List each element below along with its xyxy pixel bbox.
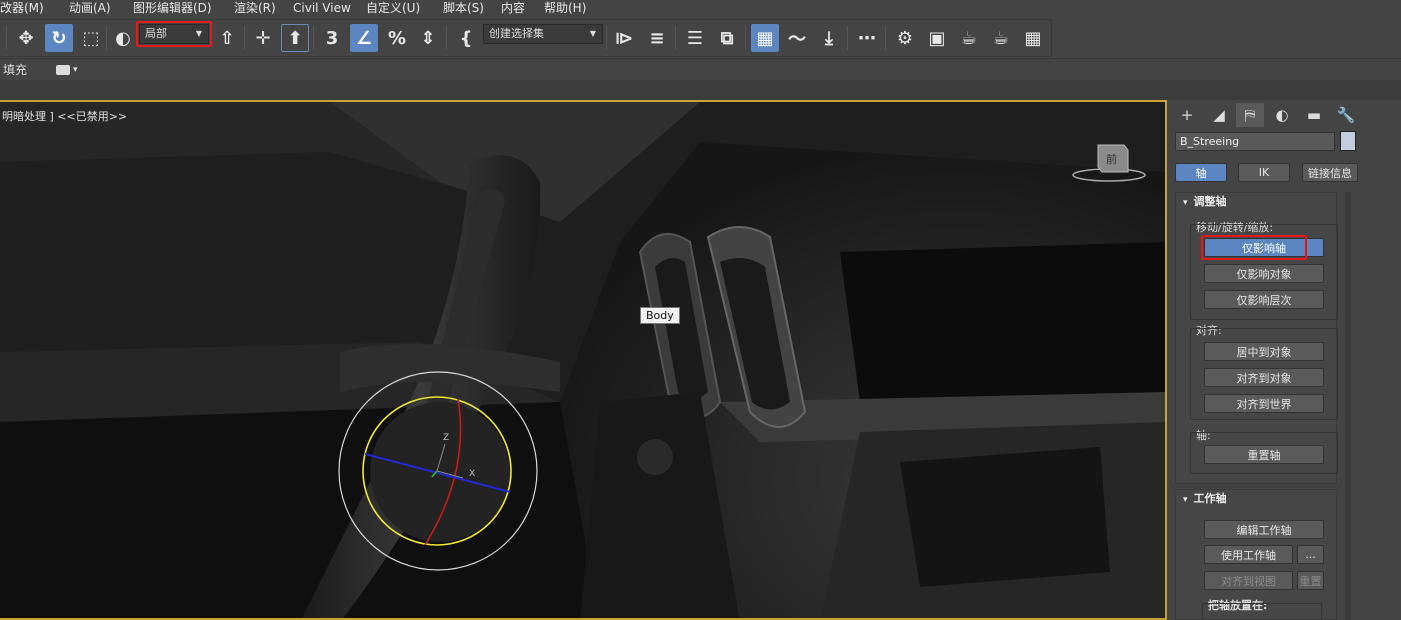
schematic-view-icon[interactable]: ⋯ [853, 24, 881, 52]
chevron-down-icon[interactable]: ▾ [73, 59, 78, 81]
named-selection-set-dropdown[interactable]: 创建选择集 ▼ [483, 24, 603, 44]
edit-named-selection-icon[interactable]: { [452, 24, 480, 52]
modify-tab-icon[interactable]: ◢ [1205, 103, 1233, 127]
create-tab-icon[interactable]: + [1173, 103, 1201, 127]
menu-scripting[interactable]: 脚本(S) [443, 0, 484, 17]
ribbon-bar: 填充 ▾ [0, 58, 1401, 80]
menu-bar: 改器(M) 动画(A) 图形编辑器(D) 渲染(R) Civil View 自定… [0, 0, 1401, 18]
highlight-affect-pivot-only [1201, 235, 1307, 260]
adjust-pivot-title: 调整轴 [1193, 195, 1227, 208]
viewcube-face-label[interactable]: 前 [1106, 151, 1117, 167]
align-to-world-button[interactable]: 对齐到世界 [1204, 394, 1324, 413]
reset-pivot-button[interactable]: 重置轴 [1204, 445, 1324, 464]
command-panel-scrollbar[interactable] [1345, 192, 1351, 620]
menu-animation[interactable]: 动画(A) [69, 0, 111, 17]
object-color-swatch[interactable] [1340, 131, 1356, 151]
hierarchy-tab-icon[interactable]: ⛿ [1236, 103, 1264, 127]
pivot-mode-button[interactable]: 轴 [1175, 163, 1227, 182]
viewport-label[interactable]: 明暗处理 ] <<已禁用>> [2, 108, 127, 124]
viewport-scene [0, 102, 1165, 618]
chevron-down-icon: ▼ [589, 29, 596, 38]
align-to-object-button[interactable]: 对齐到对象 [1204, 368, 1324, 387]
object-tooltip: Body [640, 307, 680, 324]
mirror-icon[interactable]: ⧐ [610, 24, 638, 52]
chevron-down-icon: ▾ [1183, 495, 1188, 505]
affect-object-only-button[interactable]: 仅影响对象 [1204, 264, 1324, 283]
select-manipulate-icon[interactable]: ✛ [249, 24, 277, 52]
chevron-down-icon: ▾ [1183, 198, 1188, 208]
affect-hierarchy-only-button[interactable]: 仅影响层次 [1204, 290, 1324, 309]
pivot-center-icon[interactable]: ⇧ [213, 24, 241, 52]
rendered-frame-window-icon[interactable]: ▣ [923, 24, 951, 52]
menu-graph-editors[interactable]: 图形编辑器(D) [133, 0, 212, 17]
scene-explorer-icon[interactable]: ☰ [681, 24, 709, 52]
ik-mode-button[interactable]: IK [1238, 163, 1290, 182]
align-to-view-button: 对齐到视图 [1204, 571, 1293, 590]
dope-sheet-icon[interactable]: ⤓ [815, 24, 843, 52]
viewport-layout-strip [0, 80, 1401, 100]
percent-snap-icon[interactable]: % [383, 24, 411, 52]
center-to-object-button[interactable]: 居中到对象 [1204, 342, 1324, 361]
working-pivot-rollout-header[interactable]: ▾ 工作轴 [1175, 489, 1337, 509]
menu-customize[interactable]: 自定义(U) [366, 0, 420, 17]
menu-rendering[interactable]: 渲染(R) [234, 0, 276, 17]
select-place-icon[interactable]: ◐ [109, 24, 137, 52]
ribbon-populate-label[interactable]: 填充 [3, 59, 27, 81]
toolbar-separator [606, 26, 607, 50]
menu-help[interactable]: 帮助(H) [544, 0, 586, 17]
use-working-pivot-button[interactable]: 使用工作轴 [1204, 545, 1293, 564]
display-tab-icon[interactable]: ▬ [1300, 103, 1328, 127]
ribbon-toggle-icon[interactable]: ▦ [751, 24, 779, 52]
curve-editor-icon[interactable]: 〜 [783, 24, 811, 52]
rotate-icon[interactable]: ↻ [45, 24, 73, 52]
command-panel: + ◢ ⛿ ◐ ▬ 🔧 B_Streeing 轴 IK 链接信息 ▾ 调整轴 移动… [1169, 100, 1401, 620]
render-iterative-icon[interactable]: ☕ [987, 24, 1015, 52]
motion-tab-icon[interactable]: ◐ [1268, 103, 1296, 127]
toolbar-separator [885, 26, 886, 50]
toolbar-separator [106, 26, 107, 50]
align-icon[interactable]: ≡ [643, 24, 671, 52]
toolbar-separator [6, 26, 7, 50]
menu-content[interactable]: 内容 [501, 0, 525, 17]
gizmo-x-axis-label: X [469, 469, 476, 479]
ribbon-toggle-icon[interactable] [56, 65, 70, 75]
gizmo-z-axis-label: Z [443, 433, 450, 443]
adjust-pivot-rollout-header[interactable]: ▾ 调整轴 [1175, 192, 1337, 212]
working-pivot-options-button[interactable]: ... [1297, 545, 1324, 564]
highlight-coordinate-dropdown [136, 21, 212, 47]
render-setup-icon[interactable]: ⚙ [891, 24, 919, 52]
keyboard-shortcut-override-icon[interactable]: ⬆ [281, 24, 309, 52]
angle-snap-icon[interactable]: ∠ [350, 24, 378, 52]
menu-civil-view[interactable]: Civil View [293, 0, 351, 17]
edit-working-pivot-button[interactable]: 编辑工作轴 [1204, 520, 1324, 539]
main-toolbar: ✥ ↻ ⬚ ◐ 局部 ▼ ⇧ ✛ ⬆ 3 ∠ % ⇕ { 创建选择集 ▼ ⧐ ≡ ☰… [0, 18, 1401, 58]
named-selection-set-value: 创建选择集 [489, 27, 544, 40]
object-name-field[interactable]: B_Streeing [1175, 132, 1335, 151]
render-production-icon[interactable]: ☕ [955, 24, 983, 52]
snaps-toggle-icon[interactable]: 3 [318, 24, 346, 52]
reset-working-pivot-button: 重置 [1297, 571, 1324, 590]
working-pivot-title: 工作轴 [1193, 492, 1227, 505]
render-cloud-icon[interactable]: ▦ [1019, 24, 1047, 52]
perspective-viewport[interactable]: 明暗处理 ] <<已禁用>> Body X Z 前 [0, 100, 1167, 620]
toolbar-separator [244, 26, 245, 50]
place-pivot-group [1202, 603, 1322, 620]
menu-modifiers[interactable]: 改器(M) [0, 0, 44, 17]
scale-icon[interactable]: ⬚ [77, 24, 105, 52]
move-icon[interactable]: ✥ [12, 24, 40, 52]
toolbar-separator [313, 26, 314, 50]
toolbar-separator [446, 26, 447, 50]
toolbar-separator [745, 26, 746, 50]
spinner-snap-icon[interactable]: ⇕ [414, 24, 442, 52]
toolbar-separator [675, 26, 676, 50]
layer-explorer-icon[interactable]: ⧉ [713, 24, 741, 52]
utilities-tab-icon[interactable]: 🔧 [1332, 103, 1360, 127]
link-info-mode-button[interactable]: 链接信息 [1302, 163, 1358, 182]
toolbar-separator [847, 26, 848, 50]
